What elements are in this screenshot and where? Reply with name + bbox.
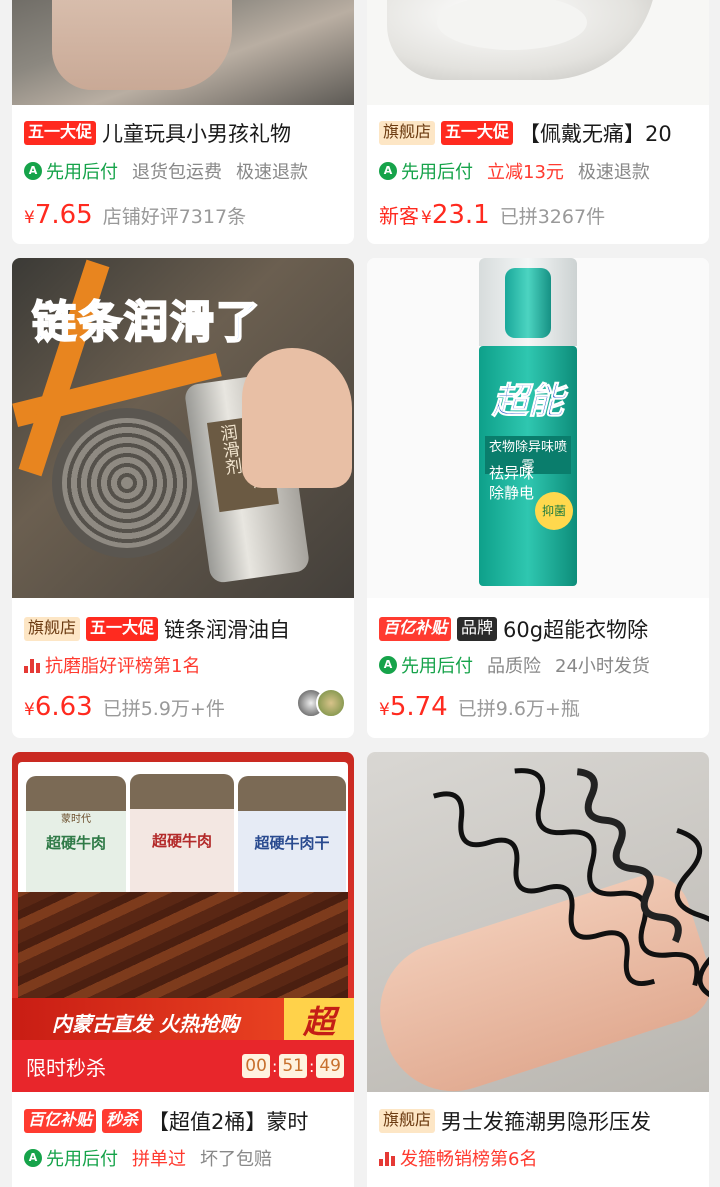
product-title: 【超值2桶】蒙时 [148,1110,309,1134]
product-card[interactable]: 五一大促 儿童玩具小男孩礼物 A 先用后付 退货包运费 极速退款 ¥ 7.65 … [12,0,354,244]
pay-later-icon: A [24,1149,42,1167]
rank-text: 抗磨脂好评榜第1名 [45,656,201,677]
service-24h-shipping: 24小时发货 [555,656,650,677]
flagship-tag: 旗舰店 [379,121,436,145]
sales-count: 店铺好评7317条 [102,206,247,228]
timer-hours: 00 [242,1054,270,1078]
flash-tag: 秒杀 [102,1109,143,1133]
product-image[interactable] [12,0,354,105]
price-currency: ¥ [24,208,35,228]
timer-seconds: 49 [316,1054,344,1078]
sales-count: 已拼9.6万+瓶 [457,698,580,720]
service-return-shipping: 退货包运费 [132,162,222,183]
banner-badge: 超 [284,998,354,1046]
product-card[interactable]: 旗舰店 五一大促 【佩戴无痛】20 A 先用后付 立减13元 极速退款 新客 ¥… [367,0,709,244]
brand-logo: 超能 [491,381,564,423]
product-image[interactable] [367,752,709,1092]
jar-label: 超硬牛肉干 [254,834,330,852]
price-currency: ¥ [379,700,390,720]
service-group-buy: 拼单过 [132,1149,186,1170]
rank-icon [379,1150,395,1166]
buyer-avatars [296,688,346,718]
product-image[interactable]: 链条润滑了 链条专用润滑剂 [12,258,354,598]
bottle-badge: 抑菌 [535,492,573,530]
rank-icon [24,657,40,673]
headband-drawing [432,768,709,1003]
bottle-sub: 除静电 [489,484,535,502]
flagship-tag: 旗舰店 [24,617,81,641]
service-fast-refund: 极速退款 [236,162,308,183]
product-title: 男士发箍潮男隐形压发 [441,1110,652,1134]
product-image[interactable] [367,0,709,105]
jar-brand: 蒙时代 [61,814,91,825]
product-image[interactable]: 超能 衣物除异味喷雾 祛异味 除静电 抑菌 [367,258,709,598]
product-card[interactable]: 超硬牛肉 蒙时代 超硬牛肉 超硬牛肉干 内蒙古直发 火热抢购 超 限时秒杀 00… [12,752,354,1187]
image-headline: 链条润滑了 [31,296,262,349]
banner-text: 内蒙古直发 火热抢购 [52,1012,239,1036]
service-pay-later: 先用后付 [46,162,118,183]
product-title: 60g超能衣物除 [503,618,649,642]
product-card[interactable]: 链条润滑了 链条专用润滑剂 旗舰店 五一大促 链条润滑油自 抗磨脂好评榜第1名 … [12,258,354,738]
promo-tag: 五一大促 [86,617,159,641]
price: 7.65 [34,200,93,230]
rank-text: 发箍畅销榜第6名 [400,1149,538,1170]
service-pay-later: 先用后付 [46,1149,118,1170]
price: 23.1 [431,200,490,230]
sales-count: 已拼5.9万+件 [102,698,225,720]
subsidy-tag: 百亿补贴 [24,1109,97,1133]
flagship-tag: 旗舰店 [379,1109,436,1133]
flash-sale-label: 限时秒杀 [26,1055,106,1080]
price-currency: ¥ [24,700,35,720]
service-fast-refund: 极速退款 [577,162,650,183]
new-customer-label: 新客 [379,204,419,228]
countdown-timer: 00 : 51 : 49 [242,1054,344,1078]
jar-label: 超硬牛肉 [45,834,106,852]
discount-text: 立减13元 [487,162,564,183]
sales-count: 已拼3267件 [499,206,606,228]
price-currency: ¥ [421,208,432,228]
promo-tag: 五一大促 [441,121,514,145]
service-pay-later: 先用后付 [401,656,473,677]
pay-later-icon: A [379,656,397,674]
product-title: 儿童玩具小男孩礼物 [102,122,292,146]
jar-label: 超硬牛肉 [151,832,212,850]
promo-tag: 五一大促 [24,121,97,145]
flash-sale-bar: 限时秒杀 00 : 51 : 49 [12,1040,354,1092]
product-card[interactable]: 超能 衣物除异味喷雾 祛异味 除静电 抑菌 百亿补贴 品牌 60g超能衣物除 A… [367,258,709,738]
service-quality-insurance: 品质险 [487,656,541,677]
service-pay-later: 先用后付 [401,162,473,183]
product-title: 【佩戴无痛】20 [519,122,672,146]
avatar [316,688,346,718]
price: 5.74 [389,692,448,722]
service-damage-guarantee: 坏了包赔 [200,1149,272,1170]
product-card[interactable]: 旗舰店 男士发箍潮男隐形压发 发箍畅销榜第6名 [367,752,709,1187]
pay-later-icon: A [379,162,397,180]
price: 6.63 [34,692,93,722]
product-title: 链条润滑油自 [164,618,291,642]
pay-later-icon: A [24,162,42,180]
brand-tag: 品牌 [457,617,498,641]
bottle-sub: 祛异味 [489,464,535,482]
subsidy-tag: 百亿补贴 [379,617,452,641]
timer-minutes: 51 [279,1054,307,1078]
